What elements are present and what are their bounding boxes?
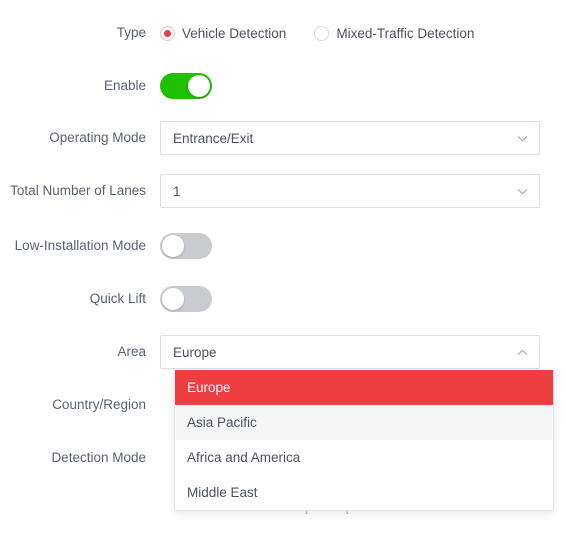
field-low-installation-mode [160,229,566,263]
toggle-knob [162,288,184,310]
select-area[interactable]: Europe [160,335,540,369]
label-enable: Enable [103,78,146,93]
type-radio-group[interactable]: Vehicle Detection Mixed-Traffic Detectio… [160,25,502,41]
radio-mixed-traffic-detection-label: Mixed-Traffic Detection [336,25,475,41]
radio-selected-icon [160,25,175,41]
radio-vehicle-detection[interactable]: Vehicle Detection [160,25,287,41]
select-operating-mode-value: Entrance/Exit [173,130,254,146]
chevron-down-icon [516,132,529,145]
area-option-africa-and-america[interactable]: Africa and America [175,440,553,475]
toggle-knob [162,235,184,257]
row-operating-mode: Operating Mode Entrance/Exit [0,121,566,155]
label-type: Type [116,25,146,40]
field-quick-lift [160,282,566,316]
area-option-asia-pacific[interactable]: Asia Pacific [175,405,553,440]
toggle-quick-lift[interactable] [160,286,212,312]
area-option-europe[interactable]: Europe [175,370,553,405]
radio-unselected-icon [314,25,330,41]
select-total-number-of-lanes[interactable]: 1 [160,174,540,208]
label-total-number-of-lanes: Total Number of Lanes [10,183,146,198]
row-enable: Enable [0,69,566,103]
select-area-value: Europe [173,344,217,360]
toggle-knob [188,75,210,97]
radio-vehicle-detection-label: Vehicle Detection [182,25,287,41]
row-type: Type Vehicle Detection Mixed-Traffic Det… [0,16,566,50]
radio-mixed-traffic-detection[interactable]: Mixed-Traffic Detection [314,25,475,41]
vehicle-detection-settings-form: Type Vehicle Detection Mixed-Traffic Det… [0,0,566,560]
label-quick-lift: Quick Lift [89,291,146,306]
field-area: Europe [160,335,566,369]
field-type: Vehicle Detection Mixed-Traffic Detectio… [160,16,566,50]
label-operating-mode: Operating Mode [49,130,146,145]
field-operating-mode: Entrance/Exit [160,121,566,155]
toggle-enable[interactable] [160,73,212,99]
field-enable [160,69,566,103]
row-total-number-of-lanes: Total Number of Lanes 1 [0,174,566,208]
row-area: Area Europe [0,335,566,369]
row-low-installation-mode: Low-Installation Mode [0,229,566,263]
label-low-installation-mode: Low-Installation Mode [14,238,146,253]
label-country-region: Country/Region [52,397,146,412]
label-detection-mode: Detection Mode [51,450,146,465]
select-operating-mode[interactable]: Entrance/Exit [160,121,540,155]
area-option-middle-east[interactable]: Middle East [175,475,553,510]
toggle-low-installation-mode[interactable] [160,233,212,259]
select-total-number-of-lanes-value: 1 [173,183,181,199]
field-total-number-of-lanes: 1 [160,174,566,208]
label-area: Area [117,344,146,359]
chevron-down-icon [516,185,529,198]
chevron-up-icon [516,346,529,359]
area-dropdown-list[interactable]: Europe Asia Pacific Africa and America M… [174,370,554,511]
row-quick-lift: Quick Lift [0,282,566,316]
